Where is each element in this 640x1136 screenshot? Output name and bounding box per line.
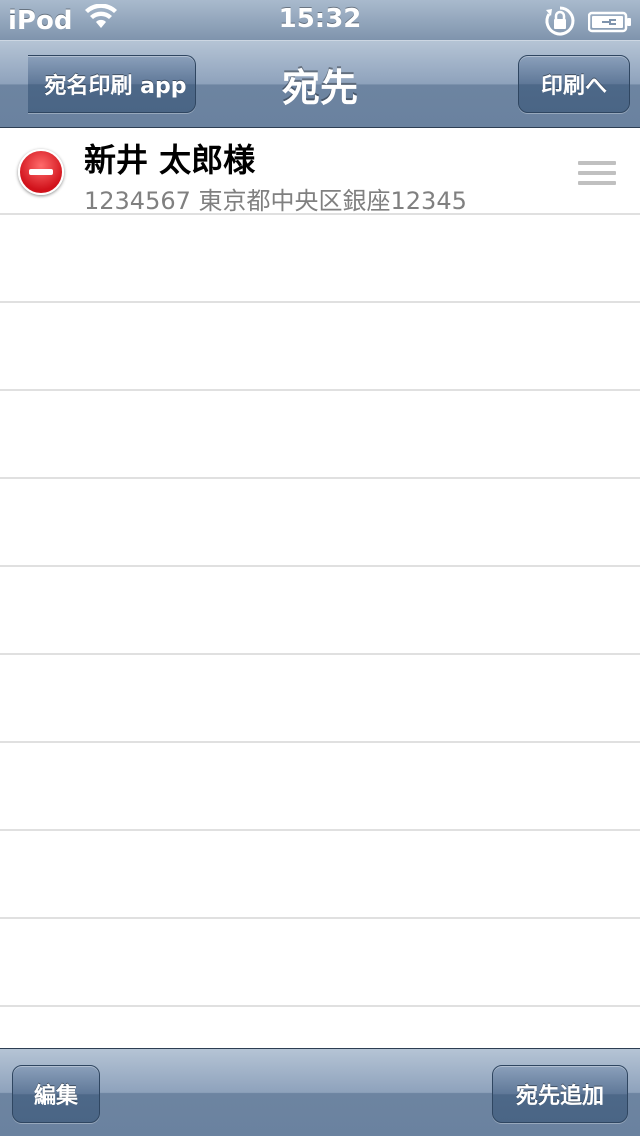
empty-row — [0, 391, 640, 479]
print-button-label: 印刷へ — [540, 74, 607, 99]
edit-button[interactable]: 編集 — [12, 1065, 100, 1123]
add-recipient-button[interactable]: 宛先追加 — [492, 1065, 628, 1123]
status-bar: iPod 15:32 — [0, 0, 640, 40]
empty-row — [0, 831, 640, 919]
entry-address: 1234567 東京都中央区銀座12345 — [84, 187, 467, 215]
empty-row — [0, 303, 640, 391]
address-list: 新井 太郎様 1234567 東京都中央区銀座12345 — [0, 129, 640, 1048]
empty-row — [0, 655, 640, 743]
delete-icon[interactable] — [18, 149, 64, 195]
navigation-bar: 宛名印刷 app 宛先 印刷へ — [0, 40, 640, 128]
empty-row — [0, 479, 640, 567]
empty-row — [0, 743, 640, 831]
battery-charging-icon — [587, 10, 632, 40]
reorder-handle-icon[interactable] — [578, 161, 616, 185]
empty-row — [0, 919, 640, 1007]
add-recipient-button-label: 宛先追加 — [515, 1084, 604, 1109]
edit-button-label: 編集 — [33, 1084, 78, 1109]
empty-row — [0, 215, 640, 303]
entry-name: 新井 太郎様 — [84, 141, 256, 179]
bottom-toolbar: 編集 宛先追加 — [0, 1048, 640, 1136]
empty-row — [0, 1007, 640, 1048]
list-item[interactable]: 新井 太郎様 1234567 東京都中央区銀座12345 — [0, 129, 640, 215]
empty-row — [0, 567, 640, 655]
rotation-lock-icon — [544, 5, 576, 44]
screen: iPod 15:32 宛名印刷 app 宛先 印刷へ 新井 太郎様 123456… — [0, 0, 640, 1136]
print-button[interactable]: 印刷へ — [518, 55, 630, 113]
status-right — [544, 5, 632, 44]
